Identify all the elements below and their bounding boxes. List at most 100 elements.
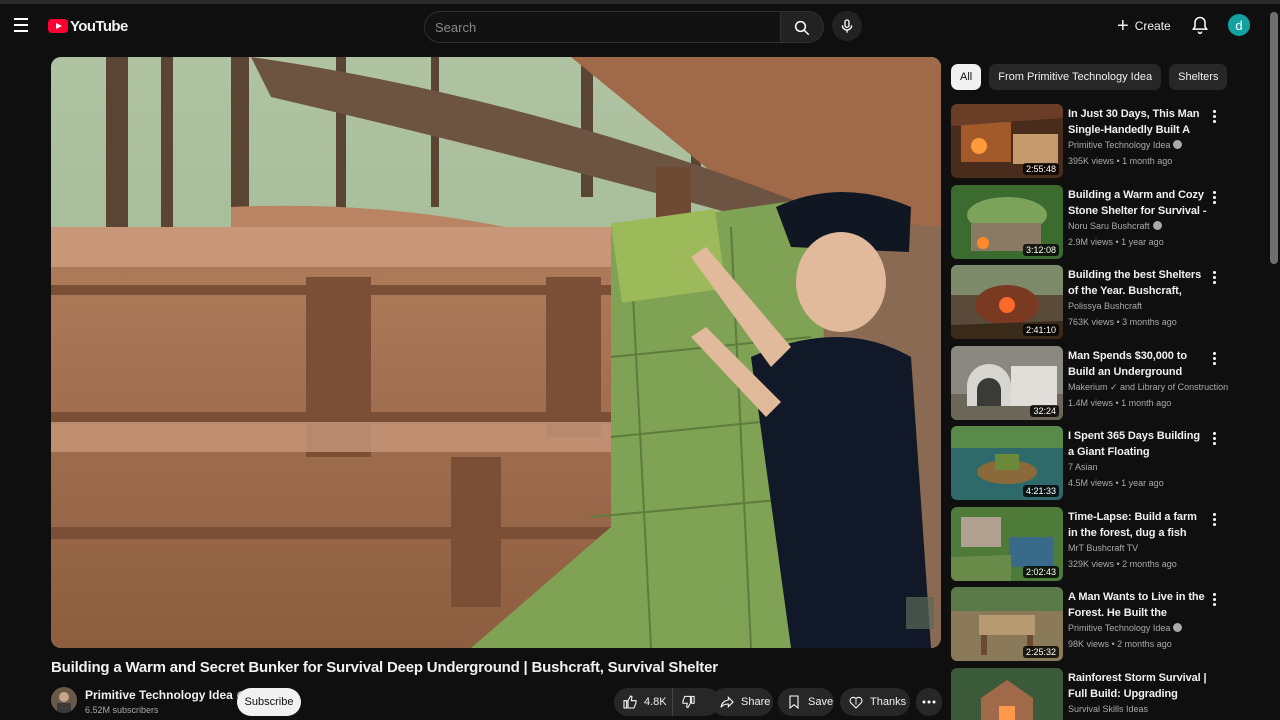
chip-from-channel[interactable]: From Primitive Technology Idea (989, 64, 1162, 90)
rec-title: In Just 30 Days, This Man Single-Handedl… (1068, 108, 1200, 136)
rec-channel: Makerium ✓ and Library of Construction (1068, 382, 1229, 392)
youtube-play-icon (48, 19, 68, 33)
thumbnail[interactable]: 2:55:48 (951, 104, 1063, 178)
save-button[interactable]: Save (778, 688, 834, 716)
thumbnail[interactable] (951, 668, 1063, 720)
verified-icon (1173, 623, 1183, 632)
rec-title: I Spent 365 Days Building a Giant Floati… (1068, 430, 1200, 458)
video-title: Building a Warm and Secret Bunker for Su… (51, 659, 718, 676)
rec-meta: 4.5M views • 1 year ago (1068, 478, 1164, 488)
more-vertical-icon[interactable] (1209, 269, 1219, 285)
voice-search-button[interactable] (832, 11, 862, 41)
rec-meta: 2.9M views • 1 year ago (1068, 237, 1164, 247)
more-vertical-icon[interactable] (1209, 350, 1219, 366)
verified-icon (1152, 221, 1162, 230)
more-vertical-icon[interactable] (1209, 189, 1219, 205)
menu-icon[interactable] (12, 14, 36, 38)
bookmark-icon (789, 695, 799, 710)
rec-title: Time-Lapse: Build a farm in the forest, … (1068, 511, 1197, 539)
rec-title: Building a Warm and Cozy Stone Shelter f… (1068, 189, 1207, 217)
rec-channel-text: Primitive Technology Idea (1068, 140, 1171, 150)
recommendation-item[interactable]: Rainforest Storm Survival | Full Build: … (951, 668, 1241, 720)
duration-badge: 4:21:33 (1022, 485, 1059, 497)
chip-shelters[interactable]: Shelters (1169, 64, 1228, 90)
video-frame (51, 57, 941, 648)
logo-text: YouTube (70, 17, 128, 35)
masthead: YouTube + Create d (0, 4, 1280, 52)
chip-all[interactable]: All (951, 64, 982, 90)
more-vertical-icon[interactable] (1209, 108, 1219, 124)
dislike-button[interactable] (672, 688, 702, 716)
search-box (424, 11, 824, 43)
thumbnail[interactable]: 3:12:08 (951, 185, 1063, 259)
thanks-label: Thanks (870, 696, 907, 708)
channel-avatar[interactable] (51, 687, 77, 713)
create-label: Create (1134, 19, 1171, 33)
rec-meta: 1.4M views • 1 month ago (1068, 398, 1172, 408)
recommendation-item[interactable]: 2:41:10 Building the best Shelters of th… (951, 265, 1241, 339)
rec-title: A Man Wants to Live in the Forest. He Bu… (1068, 591, 1205, 619)
search-button[interactable] (781, 11, 824, 43)
more-vertical-icon[interactable] (1209, 511, 1219, 527)
channel-name[interactable]: Primitive Technology Idea (85, 688, 246, 702)
notifications-button[interactable] (1190, 15, 1212, 37)
rec-title: Man Spends $30,000 to Build an Undergrou… (1068, 350, 1187, 378)
subscriber-count: 6.52M subscribers (85, 705, 159, 715)
search-icon (794, 20, 810, 36)
share-button[interactable]: Share (711, 688, 773, 716)
bell-icon (1191, 16, 1209, 35)
duration-badge: 2:41:10 (1022, 324, 1059, 336)
rec-channel-text: Noru Saru Bushcraft (1068, 221, 1150, 231)
rec-meta: 329K views • 2 months ago (1068, 559, 1177, 569)
more-horizontal-icon (922, 700, 936, 704)
rec-meta: 98K views • 2 months ago (1068, 639, 1172, 649)
share-icon (720, 696, 734, 708)
save-label: Save (808, 696, 834, 708)
recommendation-item[interactable]: 2:25:32 A Man Wants to Live in the Fores… (951, 587, 1241, 661)
recommendation-item[interactable]: 2:55:48 In Just 30 Days, This Man Single… (951, 104, 1241, 178)
rec-channel: Noru Saru Bushcraft (1068, 221, 1162, 231)
like-count: 4.8K (644, 696, 667, 708)
thumbs-up-icon (623, 695, 637, 709)
duration-badge: 2:25:32 (1022, 646, 1059, 658)
search-input[interactable] (424, 11, 781, 43)
rec-channel: Primitive Technology Idea (1068, 623, 1183, 633)
thumbnail[interactable]: 32:24 (951, 346, 1063, 420)
subscribe-button[interactable]: Subscribe (237, 688, 301, 716)
verified-icon (1173, 140, 1183, 149)
duration-badge: 2:02:43 (1022, 566, 1059, 578)
thumbnail[interactable]: 2:25:32 (951, 587, 1063, 661)
more-vertical-icon[interactable] (1209, 591, 1219, 607)
page-scrollbar[interactable] (1270, 12, 1278, 264)
share-label: Share (741, 696, 771, 708)
rec-channel: 7 Asian (1068, 462, 1098, 472)
create-button[interactable]: + Create (1117, 14, 1171, 38)
microphone-icon (841, 19, 853, 33)
thumbnail[interactable]: 2:02:43 (951, 507, 1063, 581)
more-actions-button[interactable] (916, 688, 942, 716)
like-button[interactable]: 4.8K (614, 688, 720, 716)
recommendation-item[interactable]: 4:21:33 I Spent 365 Days Building a Gian… (951, 426, 1241, 500)
account-avatar[interactable]: d (1228, 14, 1250, 36)
video-player[interactable] (51, 57, 941, 648)
youtube-logo[interactable]: YouTube (48, 16, 128, 36)
recommendation-item[interactable]: 32:24 Man Spends $30,000 to Build an Und… (951, 346, 1241, 420)
thumbnail[interactable]: 4:21:33 (951, 426, 1063, 500)
more-vertical-icon[interactable] (1209, 430, 1219, 446)
rec-title: Rainforest Storm Survival | Full Build: … (1068, 672, 1207, 700)
rec-meta: 395K views • 1 month ago (1068, 156, 1173, 166)
filter-chips: All From Primitive Technology Idea Shelt… (951, 64, 1228, 90)
rec-title: Building the best Shelters of the Year. … (1068, 269, 1202, 297)
thanks-button[interactable]: Thanks (840, 688, 910, 716)
rec-channel: Polissya Bushcraft (1068, 301, 1143, 311)
rec-channel-text: Primitive Technology Idea (1068, 623, 1171, 633)
channel-name-text: Primitive Technology Idea (85, 688, 233, 702)
heart-dollar-icon (849, 696, 863, 709)
recommendation-item[interactable]: 2:02:43 Time-Lapse: Build a farm in the … (951, 507, 1241, 581)
recommendation-item[interactable]: 3:12:08 Building a Warm and Cozy Stone S… (951, 185, 1241, 259)
plus-icon: + (1117, 15, 1129, 37)
thumbnail[interactable]: 2:41:10 (951, 265, 1063, 339)
rec-channel: Primitive Technology Idea (1068, 140, 1183, 150)
thumbs-down-icon (682, 695, 695, 709)
duration-badge: 3:12:08 (1022, 244, 1059, 256)
